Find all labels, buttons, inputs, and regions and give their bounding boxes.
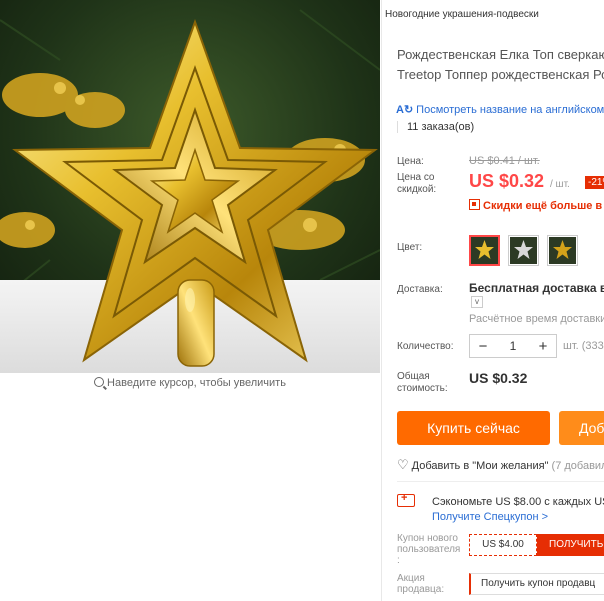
seller-coupon-button[interactable]: Получить купон продавц (469, 573, 604, 595)
current-price: US $0.32 (469, 171, 545, 191)
chevron-down-icon[interactable]: v (471, 296, 483, 308)
total-label: Общая стоимость: (397, 371, 448, 394)
translate-link[interactable]: A↻ Посмотреть название на английском (396, 103, 604, 116)
total-price: US $0.32 (469, 370, 528, 386)
heart-icon: ♡ (397, 457, 409, 472)
color-label: Цвет: (397, 242, 423, 253)
color-swatch-1[interactable] (469, 235, 500, 266)
shipping-value: Бесплатная доставка в Ru (469, 281, 604, 295)
seller-promo-label: Акция продавца: (397, 573, 445, 595)
star-topper-photo (0, 0, 380, 373)
wishlist-link[interactable]: ♡ Добавить в "Мои желания" (7 добавил (397, 457, 604, 473)
add-to-cart-button[interactable]: Доб (559, 411, 604, 445)
price-label: Цена: (397, 156, 424, 167)
product-info-panel: Новогодние украшения-подвески Рождествен… (381, 0, 604, 601)
quantity-minus-button[interactable]: − (470, 338, 496, 355)
silver-star-thumb (514, 240, 533, 259)
quantity-plus-button[interactable]: + (530, 338, 556, 355)
gold-star-thumb (475, 240, 494, 259)
color-swatch-2[interactable] (508, 235, 539, 266)
coupon-link[interactable]: Скидки ещё больше в пр (469, 199, 604, 212)
quantity-available: шт. (333 (563, 340, 604, 352)
orders-count: 11 заказа(ов) (397, 121, 474, 133)
product-title: Рождественская Елка Топ сверкающая звезд… (397, 47, 604, 82)
translate-icon: A↻ (396, 104, 414, 116)
special-coupon-link[interactable]: Получите Спецкупон > (432, 511, 548, 523)
price-unit: / шт. (550, 179, 570, 190)
new-user-coupon-label: Купон нового пользователя : (397, 533, 461, 566)
old-price: US $0.41 / шт. (469, 155, 540, 167)
coupon-icon (397, 492, 415, 507)
color-swatch-3[interactable] (547, 235, 578, 266)
discount-badge: -21% (585, 176, 604, 189)
zoom-hint: Наведите курсор, чтобы увеличить (0, 377, 380, 389)
new-user-coupon-value: US $4.00 (469, 534, 537, 556)
quantity-input[interactable]: 1 (496, 339, 530, 353)
save-text: Сэкономьте US $8.00 с каждых US $ (432, 496, 604, 508)
delivery-time: Расчётное время доставки: (469, 313, 604, 325)
gold-star-thumb-2 (553, 240, 572, 259)
shipping-label: Доставка: (397, 284, 443, 295)
buy-now-button[interactable]: Купить сейчас (397, 411, 550, 445)
divider (397, 481, 604, 482)
quantity-stepper: − 1 + (469, 334, 557, 358)
wishlist-count: (7 добавил (551, 460, 604, 472)
qr-code-icon (469, 199, 480, 210)
discount-price-label: Цена со скидкой: (397, 172, 437, 195)
quantity-label: Количество: (397, 341, 454, 352)
get-coupon-button[interactable]: ПОЛУЧИТЬ (537, 534, 604, 556)
magnifier-icon (94, 377, 105, 387)
breadcrumb[interactable]: Новогодние украшения-подвески (385, 9, 539, 20)
product-image[interactable] (0, 0, 380, 373)
